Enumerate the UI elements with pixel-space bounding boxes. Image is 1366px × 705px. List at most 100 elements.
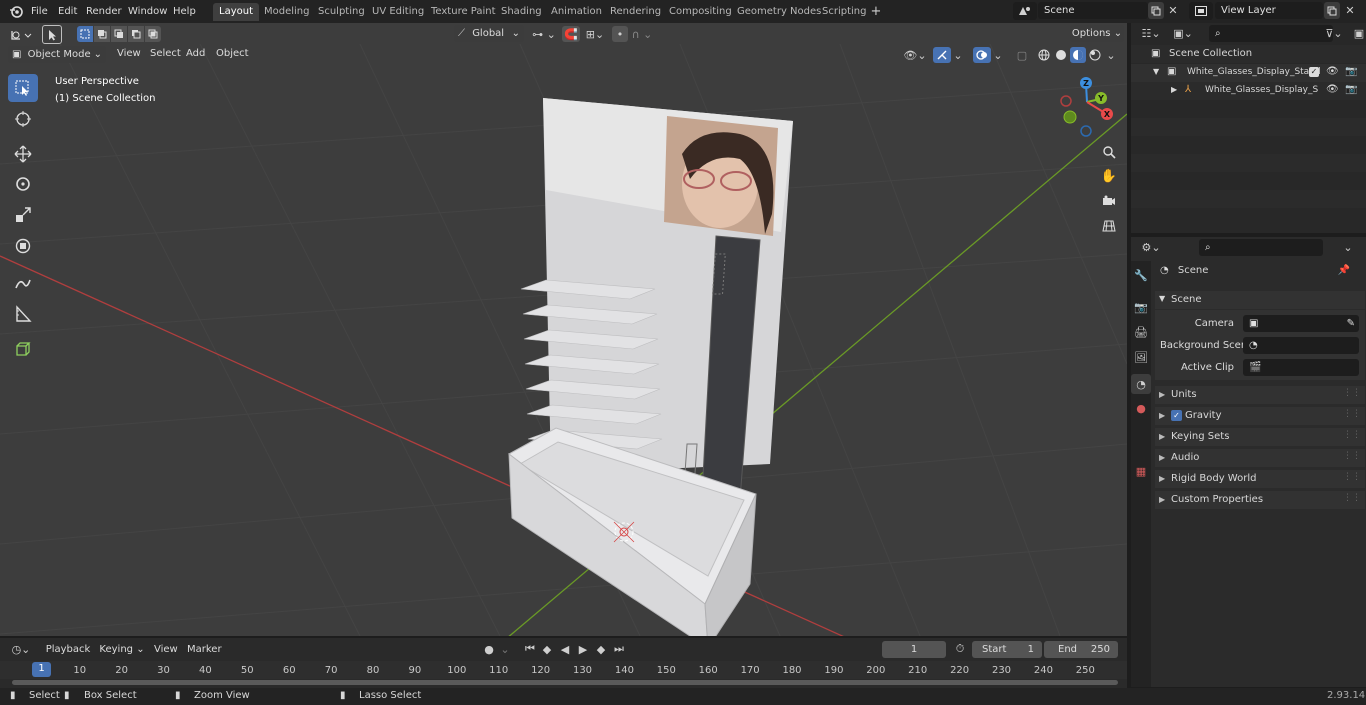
workspace-tab-scripting[interactable]: Scripting <box>816 3 872 21</box>
render-camera-icon[interactable]: 📷 <box>1345 84 1357 95</box>
menu-help[interactable]: Help <box>173 0 196 23</box>
timeline-menu-marker[interactable]: Marker <box>187 638 222 660</box>
transform-orientation-dropdown[interactable]: ⟋ Global ⌄ <box>454 25 524 42</box>
xray-toggle-icon[interactable]: ▢ <box>1014 47 1030 63</box>
drag-handle-icon[interactable]: ⋮⋮ <box>1343 430 1361 440</box>
3d-viewport[interactable]: User Perspective (1) Scene Collection Z … <box>0 44 1127 636</box>
outliner-search-field[interactable]: ⌕ <box>1209 25 1333 42</box>
blender-logo-icon[interactable] <box>8 3 24 19</box>
pan-view-hand-icon[interactable]: ✋ <box>1099 166 1119 186</box>
workspace-tab-geometry-nodes[interactable]: Geometry Nodes <box>731 3 827 21</box>
gizmo-toggle-icon[interactable] <box>933 47 951 63</box>
panel-units[interactable]: ▶ Units ⋮⋮ <box>1155 386 1365 404</box>
keying-dropdown[interactable]: Keying ⌄ <box>98 641 146 658</box>
render-camera-icon[interactable]: 📷 <box>1345 66 1357 77</box>
snap-settings-icon[interactable]: ⊞⌄ <box>583 26 607 42</box>
menu-edit[interactable]: Edit <box>58 0 77 23</box>
editor-type-icon[interactable] <box>6 26 36 43</box>
workspace-tab-modeling[interactable]: Modeling <box>258 3 316 21</box>
playback-dropdown[interactable]: Playback ⌄ <box>40 641 96 672</box>
display-mode-icon[interactable]: ▣⌄ <box>1169 25 1197 42</box>
drag-handle-icon[interactable]: ⋮⋮ <box>1343 493 1361 503</box>
start-frame-field[interactable]: Start 1 <box>972 641 1042 658</box>
expand-arrow-icon[interactable]: ▶ <box>1171 85 1177 94</box>
workspace-tab-texture-paint[interactable]: Texture Paint <box>425 3 502 21</box>
select-box-tool[interactable] <box>8 74 38 102</box>
shading-options-icon[interactable]: ⌄ <box>1105 47 1117 63</box>
delete-view-layer-icon[interactable]: ✕ <box>1343 2 1357 19</box>
shading-solid-icon[interactable] <box>1053 47 1069 63</box>
jump-to-next-keyframe-icon[interactable]: ◆ <box>593 641 609 657</box>
properties-options-icon[interactable]: ⌄ <box>1339 239 1357 256</box>
scene-tab-icon[interactable]: ◔ <box>1131 374 1151 394</box>
preview-range-stopwatch-icon[interactable]: ⏱ <box>952 641 968 657</box>
outliner-editor-type-icon[interactable]: ☷⌄ <box>1137 25 1165 42</box>
exclude-checkbox-icon[interactable]: ✓ <box>1309 67 1319 77</box>
properties-editor-type-icon[interactable]: ⚙⌄ <box>1137 239 1165 256</box>
background-scene-field[interactable]: ◔ <box>1243 337 1359 354</box>
overlays-toggle-icon[interactable] <box>973 47 991 63</box>
add-cube-tool[interactable] <box>8 335 38 363</box>
menu-file[interactable]: File <box>31 0 48 23</box>
proportional-editing-icon[interactable]: • <box>612 26 628 42</box>
select-mode-difference-icon[interactable] <box>128 26 144 42</box>
scene-section-header[interactable]: ▼ Scene <box>1155 291 1365 309</box>
overlays-settings-icon[interactable]: ⌄ <box>992 47 1004 63</box>
snap-toggle-icon[interactable]: 🧲 <box>562 26 580 42</box>
view-layer-tab-icon[interactable]: 🖼 <box>1133 349 1149 365</box>
visibility-selectability-icon[interactable]: 👁⌄ <box>902 47 928 63</box>
measure-tool[interactable] <box>8 300 38 328</box>
rotate-tool[interactable] <box>8 170 38 198</box>
add-workspace-icon[interactable]: + <box>869 4 883 19</box>
outliner-row-scene-collection[interactable]: ▣ Scene Collection <box>1131 45 1366 63</box>
timeline-editor-type-icon[interactable]: ◷⌄ <box>6 641 36 658</box>
proportional-falloff-icon[interactable]: ∩ ⌄ <box>630 26 654 42</box>
viewport-menu-add[interactable]: Add <box>186 43 205 65</box>
cursor-tool[interactable] <box>8 105 38 133</box>
drag-handle-icon[interactable]: ⋮⋮ <box>1343 451 1361 461</box>
select-mode-subtract-icon[interactable] <box>111 26 127 42</box>
select-mode-intersect-icon[interactable] <box>145 26 161 42</box>
timeline-menu-view[interactable]: View <box>154 638 178 660</box>
viewport-menu-object[interactable]: Object <box>216 43 249 65</box>
menu-render[interactable]: Render <box>86 0 122 23</box>
toggle-perspective-grid-icon[interactable] <box>1099 216 1119 236</box>
workspace-tab-animation[interactable]: Animation <box>545 3 608 21</box>
play-icon[interactable]: ▶ <box>575 641 591 657</box>
workspace-tab-compositing[interactable]: Compositing <box>663 3 738 21</box>
options-dropdown[interactable]: Options ⌄ <box>1070 25 1124 42</box>
jump-to-start-icon[interactable]: ⏮ <box>522 641 538 657</box>
outliner-row-object[interactable]: ▶ ⅄ White_Glasses_Display_S 👁 📷 <box>1131 82 1366 100</box>
workspace-tab-shading[interactable]: Shading <box>495 3 548 21</box>
workspace-tab-uv-editing[interactable]: UV Editing <box>366 3 430 21</box>
panel-rigid-body-world[interactable]: ▶ Rigid Body World ⋮⋮ <box>1155 470 1365 488</box>
view-layer-selector-icon[interactable] <box>1189 2 1213 20</box>
shading-material-icon[interactable] <box>1070 47 1086 63</box>
visibility-eye-icon[interactable]: 👁 <box>1326 66 1339 77</box>
panel-keying-sets[interactable]: ▶ Keying Sets ⋮⋮ <box>1155 428 1365 446</box>
play-reverse-icon[interactable]: ◀ <box>557 641 573 657</box>
current-frame-field[interactable]: 1 <box>882 641 946 658</box>
tweak-tool-icon[interactable] <box>42 25 62 44</box>
scale-tool[interactable] <box>8 201 38 229</box>
gravity-checkbox[interactable]: ✓ <box>1171 410 1182 421</box>
pivot-point-icon[interactable]: ⊶ ⌄ <box>530 26 558 42</box>
visibility-eye-icon[interactable]: 👁 <box>1326 84 1339 95</box>
scene-selector-icon[interactable] <box>1013 2 1037 20</box>
output-tab-icon[interactable]: 🖨 <box>1133 324 1149 340</box>
pin-icon[interactable]: 📌 <box>1338 265 1350 276</box>
annotate-tool[interactable] <box>8 269 38 297</box>
menu-window[interactable]: Window <box>128 0 167 23</box>
end-frame-field[interactable]: End 250 <box>1044 641 1118 658</box>
navigation-gizmo[interactable]: Z Y X <box>1055 74 1119 140</box>
filter-icon[interactable]: ⊽⌄ <box>1319 25 1349 42</box>
viewport-menu-view[interactable]: View <box>117 43 141 65</box>
new-collection-icon[interactable]: ▣ <box>1351 25 1366 42</box>
auto-keying-options-icon[interactable]: ⌄ <box>498 641 512 657</box>
transform-tool[interactable] <box>8 232 38 260</box>
new-scene-icon[interactable] <box>1148 2 1164 19</box>
properties-search-field[interactable]: ⌕ <box>1199 239 1323 256</box>
texture-tab-icon[interactable]: ▦ <box>1133 463 1149 479</box>
active-clip-field[interactable]: 🎬 <box>1243 359 1359 376</box>
eyedropper-icon[interactable]: ✎ <box>1347 315 1355 332</box>
